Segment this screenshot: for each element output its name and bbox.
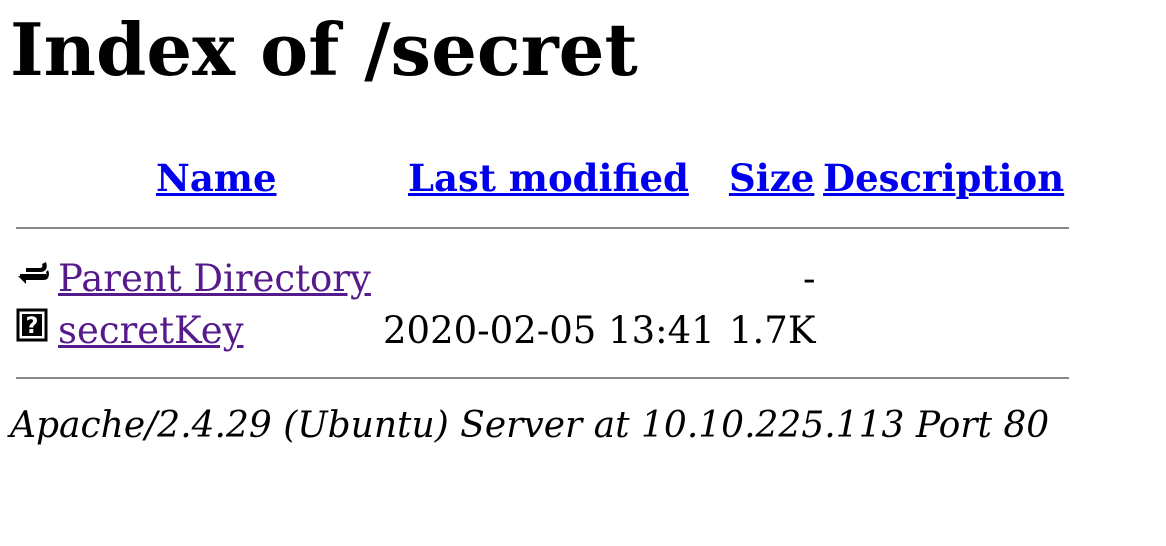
- column-header-last-modified[interactable]: Last modified: [408, 160, 689, 197]
- file-link-parent-directory[interactable]: Parent Directory: [58, 260, 371, 297]
- size-value: 1.7K: [729, 309, 816, 352]
- table-bottom-divider: [16, 377, 1069, 379]
- page-title: Index of /secret: [10, 7, 638, 92]
- table-top-divider: [16, 227, 1069, 229]
- column-header-size[interactable]: Size: [729, 160, 814, 197]
- column-header-description[interactable]: Description: [823, 160, 1064, 197]
- last-modified-value: 2020-02-05 13:41: [383, 309, 715, 352]
- svg-text:?: ?: [26, 314, 39, 339]
- unknown-file-icon: ?: [16, 308, 50, 342]
- file-link-secretkey[interactable]: secretKey: [58, 312, 244, 349]
- column-header-name[interactable]: Name: [156, 160, 277, 197]
- size-value: -: [803, 257, 816, 300]
- back-icon: [16, 256, 50, 290]
- server-signature: Apache/2.4.29 (Ubuntu) Server at 10.10.2…: [10, 405, 1050, 446]
